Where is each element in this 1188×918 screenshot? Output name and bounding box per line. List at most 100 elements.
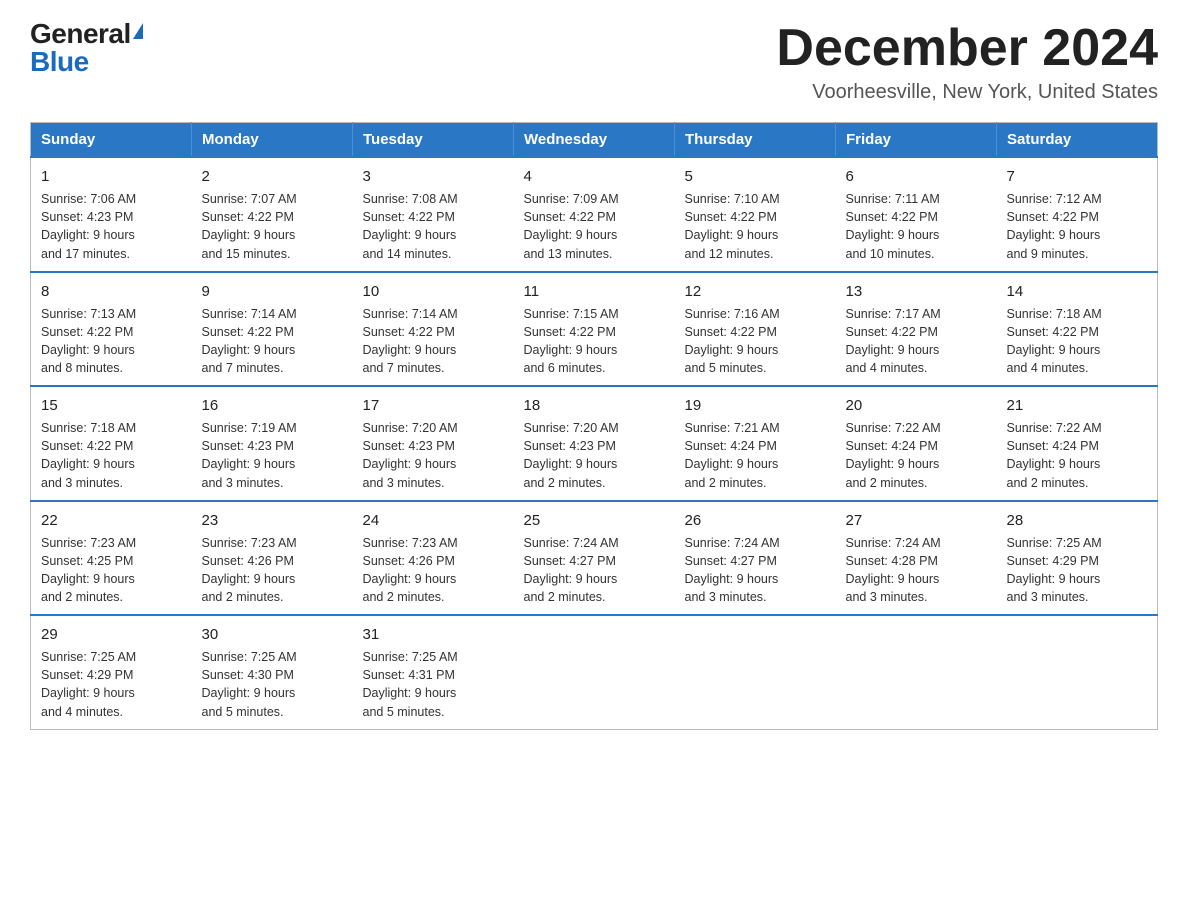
calendar-day-cell	[514, 615, 675, 729]
day-number: 30	[202, 624, 343, 645]
calendar-week-row: 22 Sunrise: 7:23 AMSunset: 4:25 PMDayligh…	[31, 501, 1158, 616]
day-number: 8	[41, 281, 182, 302]
day-number: 21	[1007, 395, 1148, 416]
calendar-day-cell: 18 Sunrise: 7:20 AMSunset: 4:23 PMDayligh…	[514, 386, 675, 501]
day-info: Sunrise: 7:22 AMSunset: 4:24 PMDaylight:…	[1007, 419, 1148, 492]
day-info: Sunrise: 7:11 AMSunset: 4:22 PMDaylight:…	[846, 190, 987, 263]
day-info: Sunrise: 7:24 AMSunset: 4:27 PMDaylight:…	[685, 534, 826, 607]
day-number: 20	[846, 395, 987, 416]
calendar-day-cell	[997, 615, 1158, 729]
calendar-day-cell: 7Sunrise: 7:12 AMSunset: 4:22 PMDaylight…	[997, 157, 1158, 272]
day-info: Sunrise: 7:23 AMSunset: 4:26 PMDaylight:…	[202, 534, 343, 607]
day-number: 16	[202, 395, 343, 416]
calendar-title: December 2024	[776, 20, 1158, 77]
day-info: Sunrise: 7:24 AMSunset: 4:28 PMDaylight:…	[846, 534, 987, 607]
calendar-day-cell: 9Sunrise: 7:14 AMSunset: 4:22 PMDaylight…	[192, 272, 353, 387]
calendar-day-cell: 8 Sunrise: 7:13 AMSunset: 4:22 PMDaylight…	[31, 272, 192, 387]
day-number: 23	[202, 510, 343, 531]
calendar-location: Voorheesville, New York, United States	[776, 81, 1158, 104]
weekday-header-thursday: Thursday	[675, 123, 836, 158]
day-info: Sunrise: 7:25 AMSunset: 4:30 PMDaylight:…	[202, 648, 343, 721]
calendar-day-cell: 24 Sunrise: 7:23 AMSunset: 4:26 PMDayligh…	[353, 501, 514, 616]
day-number: 15	[41, 395, 182, 416]
calendar-day-cell: 17 Sunrise: 7:20 AMSunset: 4:23 PMDayligh…	[353, 386, 514, 501]
calendar-day-cell: 16Sunrise: 7:19 AMSunset: 4:23 PMDayligh…	[192, 386, 353, 501]
calendar-day-cell: 27 Sunrise: 7:24 AMSunset: 4:28 PMDayligh…	[836, 501, 997, 616]
calendar-week-row: 1 Sunrise: 7:06 AMSunset: 4:23 PMDaylight…	[31, 157, 1158, 272]
day-number: 4	[524, 166, 665, 187]
calendar-day-cell: 23 Sunrise: 7:23 AMSunset: 4:26 PMDayligh…	[192, 501, 353, 616]
day-info: Sunrise: 7:06 AMSunset: 4:23 PMDaylight:…	[41, 190, 182, 263]
calendar-day-cell: 30 Sunrise: 7:25 AMSunset: 4:30 PMDayligh…	[192, 615, 353, 729]
calendar-day-cell: 31Sunrise: 7:25 AMSunset: 4:31 PMDayligh…	[353, 615, 514, 729]
day-number: 28	[1007, 510, 1148, 531]
day-number: 11	[524, 281, 665, 302]
day-number: 14	[1007, 281, 1148, 302]
calendar-day-cell	[675, 615, 836, 729]
day-number: 6	[846, 166, 987, 187]
calendar-day-cell: 15Sunrise: 7:18 AMSunset: 4:22 PMDayligh…	[31, 386, 192, 501]
calendar-day-cell: 25 Sunrise: 7:24 AMSunset: 4:27 PMDayligh…	[514, 501, 675, 616]
day-info: Sunrise: 7:10 AMSunset: 4:22 PMDaylight:…	[685, 190, 826, 263]
calendar-day-cell: 1 Sunrise: 7:06 AMSunset: 4:23 PMDaylight…	[31, 157, 192, 272]
calendar-day-cell: 19 Sunrise: 7:21 AMSunset: 4:24 PMDayligh…	[675, 386, 836, 501]
calendar-day-cell: 14 Sunrise: 7:18 AMSunset: 4:22 PMDayligh…	[997, 272, 1158, 387]
calendar-week-row: 15Sunrise: 7:18 AMSunset: 4:22 PMDayligh…	[31, 386, 1158, 501]
day-number: 1	[41, 166, 182, 187]
day-info: Sunrise: 7:23 AMSunset: 4:25 PMDaylight:…	[41, 534, 182, 607]
day-info: Sunrise: 7:25 AMSunset: 4:29 PMDaylight:…	[1007, 534, 1148, 607]
calendar-day-cell: 21 Sunrise: 7:22 AMSunset: 4:24 PMDayligh…	[997, 386, 1158, 501]
day-info: Sunrise: 7:14 AMSunset: 4:22 PMDaylight:…	[202, 305, 343, 378]
day-info: Sunrise: 7:13 AMSunset: 4:22 PMDaylight:…	[41, 305, 182, 378]
day-info: Sunrise: 7:21 AMSunset: 4:24 PMDaylight:…	[685, 419, 826, 492]
day-info: Sunrise: 7:14 AMSunset: 4:22 PMDaylight:…	[363, 305, 504, 378]
day-number: 26	[685, 510, 826, 531]
calendar-day-cell: 5Sunrise: 7:10 AMSunset: 4:22 PMDaylight…	[675, 157, 836, 272]
calendar-day-cell	[836, 615, 997, 729]
calendar-day-cell: 29Sunrise: 7:25 AMSunset: 4:29 PMDayligh…	[31, 615, 192, 729]
day-info: Sunrise: 7:18 AMSunset: 4:22 PMDaylight:…	[1007, 305, 1148, 378]
day-number: 22	[41, 510, 182, 531]
day-number: 19	[685, 395, 826, 416]
day-info: Sunrise: 7:25 AMSunset: 4:31 PMDaylight:…	[363, 648, 504, 721]
calendar-day-cell: 2Sunrise: 7:07 AMSunset: 4:22 PMDaylight…	[192, 157, 353, 272]
calendar-day-cell: 13Sunrise: 7:17 AMSunset: 4:22 PMDayligh…	[836, 272, 997, 387]
logo-general-text: General	[30, 20, 131, 48]
calendar-day-cell: 22 Sunrise: 7:23 AMSunset: 4:25 PMDayligh…	[31, 501, 192, 616]
day-info: Sunrise: 7:12 AMSunset: 4:22 PMDaylight:…	[1007, 190, 1148, 263]
day-number: 27	[846, 510, 987, 531]
day-number: 29	[41, 624, 182, 645]
weekday-header-friday: Friday	[836, 123, 997, 158]
day-number: 25	[524, 510, 665, 531]
day-info: Sunrise: 7:17 AMSunset: 4:22 PMDaylight:…	[846, 305, 987, 378]
day-number: 17	[363, 395, 504, 416]
calendar-day-cell: 4Sunrise: 7:09 AMSunset: 4:22 PMDaylight…	[514, 157, 675, 272]
day-info: Sunrise: 7:20 AMSunset: 4:23 PMDaylight:…	[524, 419, 665, 492]
day-number: 12	[685, 281, 826, 302]
weekday-header-monday: Monday	[192, 123, 353, 158]
calendar-day-cell: 20 Sunrise: 7:22 AMSunset: 4:24 PMDayligh…	[836, 386, 997, 501]
calendar-day-cell: 11Sunrise: 7:15 AMSunset: 4:22 PMDayligh…	[514, 272, 675, 387]
calendar-table: SundayMondayTuesdayWednesdayThursdayFrid…	[30, 122, 1158, 730]
weekday-header-tuesday: Tuesday	[353, 123, 514, 158]
day-number: 18	[524, 395, 665, 416]
weekday-header-saturday: Saturday	[997, 123, 1158, 158]
day-number: 24	[363, 510, 504, 531]
day-number: 2	[202, 166, 343, 187]
calendar-day-cell: 10Sunrise: 7:14 AMSunset: 4:22 PMDayligh…	[353, 272, 514, 387]
calendar-week-row: 8 Sunrise: 7:13 AMSunset: 4:22 PMDaylight…	[31, 272, 1158, 387]
calendar-week-row: 29Sunrise: 7:25 AMSunset: 4:29 PMDayligh…	[31, 615, 1158, 729]
weekday-header-sunday: Sunday	[31, 123, 192, 158]
calendar-day-cell: 26 Sunrise: 7:24 AMSunset: 4:27 PMDayligh…	[675, 501, 836, 616]
day-info: Sunrise: 7:24 AMSunset: 4:27 PMDaylight:…	[524, 534, 665, 607]
calendar-day-cell: 28 Sunrise: 7:25 AMSunset: 4:29 PMDayligh…	[997, 501, 1158, 616]
calendar-day-cell: 12 Sunrise: 7:16 AMSunset: 4:22 PMDayligh…	[675, 272, 836, 387]
logo: General Blue	[30, 20, 143, 76]
day-info: Sunrise: 7:08 AMSunset: 4:22 PMDaylight:…	[363, 190, 504, 263]
calendar-day-cell: 3 Sunrise: 7:08 AMSunset: 4:22 PMDaylight…	[353, 157, 514, 272]
day-info: Sunrise: 7:20 AMSunset: 4:23 PMDaylight:…	[363, 419, 504, 492]
day-info: Sunrise: 7:16 AMSunset: 4:22 PMDaylight:…	[685, 305, 826, 378]
day-info: Sunrise: 7:22 AMSunset: 4:24 PMDaylight:…	[846, 419, 987, 492]
day-info: Sunrise: 7:23 AMSunset: 4:26 PMDaylight:…	[363, 534, 504, 607]
day-number: 3	[363, 166, 504, 187]
